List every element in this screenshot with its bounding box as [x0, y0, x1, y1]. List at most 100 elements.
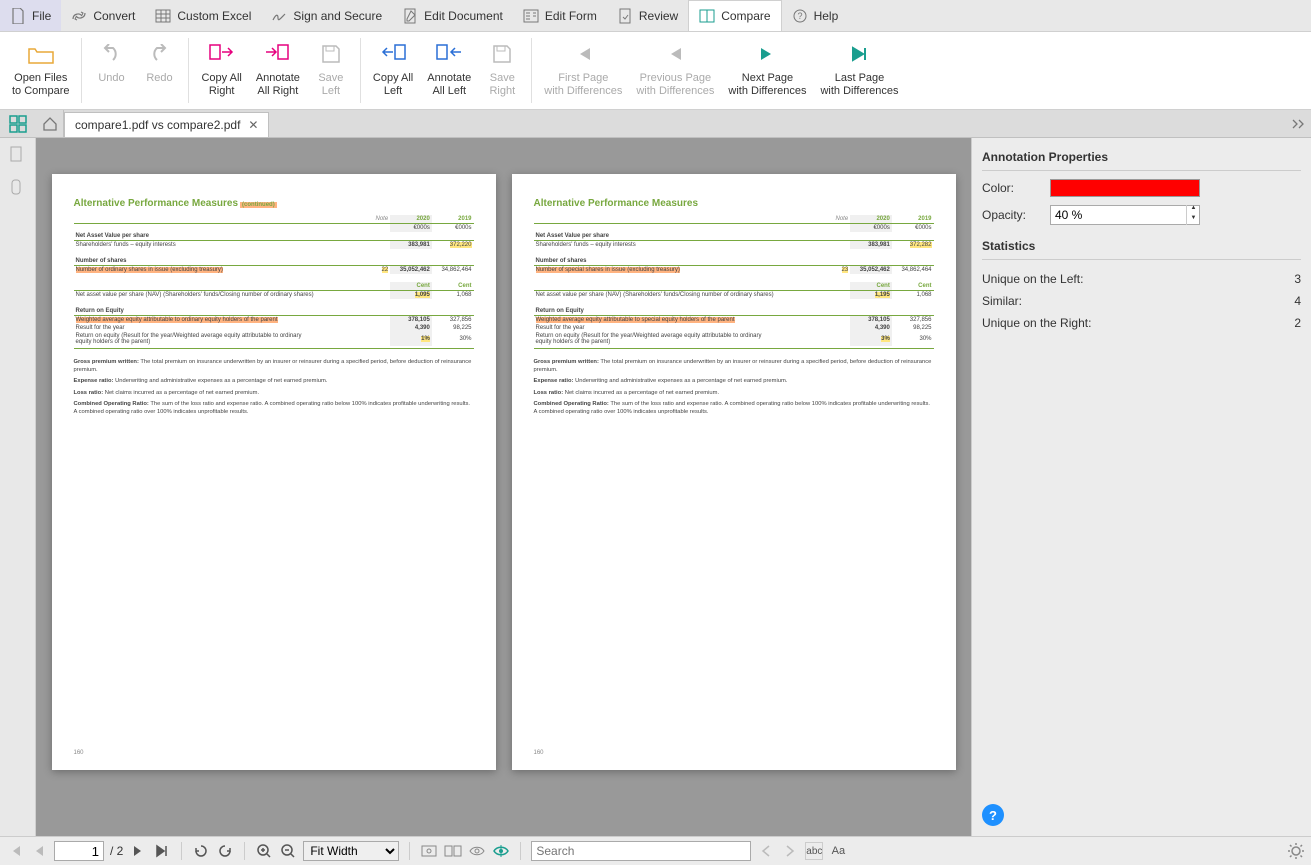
save-right-icon — [488, 40, 516, 68]
left-page: Alternative Performance Measures(continu… — [52, 174, 496, 770]
undo-label: Undo — [98, 72, 124, 85]
annotate-all-right-button[interactable]: Annotate All Right — [250, 36, 306, 105]
thumbnails-toggle[interactable] — [0, 110, 36, 137]
annotation-panel: Annotation Properties Color: Opacity: ▲▼… — [971, 138, 1311, 836]
menu-file[interactable]: File — [0, 0, 61, 31]
theme-toggle-button[interactable] — [1287, 842, 1305, 860]
save-left-button[interactable]: Save Left — [308, 36, 354, 105]
left-side-rail — [0, 138, 36, 836]
opacity-input[interactable] — [1050, 205, 1200, 225]
menu-convert[interactable]: Convert — [61, 0, 145, 31]
copy-all-left-button[interactable]: Copy All Left — [367, 36, 419, 105]
copy-left-icon — [379, 40, 407, 68]
sign-icon — [271, 8, 287, 24]
zoom-in-button[interactable] — [255, 842, 273, 860]
copy-right-icon — [208, 40, 236, 68]
first-page-icon — [569, 40, 597, 68]
menu-edit-document[interactable]: Edit Document — [392, 0, 513, 31]
redo-button[interactable]: Redo — [136, 36, 182, 105]
view-mode-active-button[interactable] — [492, 842, 510, 860]
next-diff-button[interactable]: Next Page with Differences — [722, 36, 812, 105]
prev-diff-button[interactable]: Previous Page with Differences — [630, 36, 720, 105]
collapse-panel-button[interactable] — [1287, 110, 1311, 137]
edit-form-icon — [523, 8, 539, 24]
menu-sign[interactable]: Sign and Secure — [261, 0, 392, 31]
last-diff-label: Last Page with Differences — [820, 72, 898, 98]
save-right-button[interactable]: Save Right — [479, 36, 525, 105]
unique-left-value: 3 — [1294, 272, 1301, 286]
menu-custom-excel[interactable]: Custom Excel — [145, 0, 261, 31]
similar-label: Similar: — [982, 294, 1022, 308]
page-viewer[interactable]: Alternative Performance Measures(continu… — [36, 138, 971, 836]
zoom-out-button[interactable] — [279, 842, 297, 860]
annotate-all-right-label: Annotate All Right — [256, 72, 300, 98]
zoom-select[interactable]: Fit Width — [303, 841, 399, 861]
view-mode-3-button[interactable] — [468, 842, 486, 860]
copy-all-right-button[interactable]: Copy All Right — [195, 36, 247, 105]
whole-word-button[interactable]: abc — [805, 842, 823, 860]
menu-review[interactable]: Review — [607, 0, 688, 31]
first-diff-label: First Page with Differences — [544, 72, 622, 98]
right-page-title: Alternative Performance Measures — [534, 198, 934, 209]
attachments-icon[interactable] — [9, 178, 27, 196]
continued-badge: (continued) — [240, 202, 277, 208]
view-mode-1-button[interactable] — [420, 842, 438, 860]
prev-page-button[interactable] — [30, 842, 48, 860]
redo-label: Redo — [146, 72, 172, 85]
menu-custom-excel-label: Custom Excel — [177, 9, 251, 23]
chevron-double-right-icon — [1292, 119, 1306, 129]
menu-compare[interactable]: Compare — [688, 0, 781, 31]
first-page-button[interactable] — [6, 842, 24, 860]
next-diff-label: Next Page with Differences — [728, 72, 806, 98]
document-tab[interactable]: compare1.pdf vs compare2.pdf ✕ — [64, 112, 269, 137]
page-number-input[interactable] — [54, 841, 104, 861]
main-area: Alternative Performance Measures(continu… — [0, 138, 1311, 836]
menu-edit-form-label: Edit Form — [545, 9, 597, 23]
file-icon — [10, 8, 26, 24]
copy-all-left-label: Copy All Left — [373, 72, 413, 98]
view-mode-2-button[interactable] — [444, 842, 462, 860]
annotate-right-icon — [264, 40, 292, 68]
annotate-all-left-button[interactable]: Annotate All Left — [421, 36, 477, 105]
match-case-button[interactable]: Aa — [829, 842, 847, 860]
last-page-icon — [846, 40, 874, 68]
menu-compare-label: Compare — [721, 9, 770, 23]
opacity-down[interactable]: ▼ — [1186, 215, 1200, 225]
prev-page-icon — [661, 40, 689, 68]
menu-help[interactable]: ? Help — [782, 0, 849, 31]
opacity-up[interactable]: ▲ — [1186, 205, 1200, 215]
close-tab-button[interactable]: ✕ — [248, 118, 258, 132]
search-next-button[interactable] — [781, 842, 799, 860]
document-tab-bar: compare1.pdf vs compare2.pdf ✕ — [0, 110, 1311, 138]
search-prev-button[interactable] — [757, 842, 775, 860]
home-icon — [42, 116, 58, 132]
bookmarks-icon[interactable] — [9, 146, 27, 164]
unique-left-label: Unique on the Left: — [982, 272, 1083, 286]
search-input[interactable] — [531, 841, 751, 861]
folder-icon — [27, 40, 55, 68]
home-tab[interactable] — [36, 110, 64, 137]
rotate-left-button[interactable] — [192, 842, 210, 860]
undo-icon — [97, 40, 125, 68]
next-page-button[interactable] — [129, 842, 147, 860]
menu-review-label: Review — [639, 9, 678, 23]
last-diff-button[interactable]: Last Page with Differences — [814, 36, 904, 105]
open-files-button[interactable]: Open Files to Compare — [6, 36, 75, 105]
grid-icon — [9, 115, 27, 133]
color-swatch[interactable] — [1050, 179, 1200, 197]
status-bar: / 2 Fit Width abc Aa — [0, 836, 1311, 865]
menu-edit-form[interactable]: Edit Form — [513, 0, 607, 31]
page-total: / 2 — [110, 844, 123, 858]
help-icon: ? — [792, 8, 808, 24]
rotate-right-button[interactable] — [216, 842, 234, 860]
right-page-number: 160 — [534, 750, 544, 756]
last-page-button[interactable] — [153, 842, 171, 860]
undo-button[interactable]: Undo — [88, 36, 134, 105]
left-page-title: Alternative Performance Measures — [74, 198, 239, 209]
help-button[interactable]: ? — [982, 804, 1004, 826]
menu-edit-doc-label: Edit Document — [424, 9, 503, 23]
statistics-title: Statistics — [982, 233, 1301, 260]
redo-icon — [145, 40, 173, 68]
unique-right-value: 2 — [1294, 316, 1301, 330]
first-diff-button[interactable]: First Page with Differences — [538, 36, 628, 105]
